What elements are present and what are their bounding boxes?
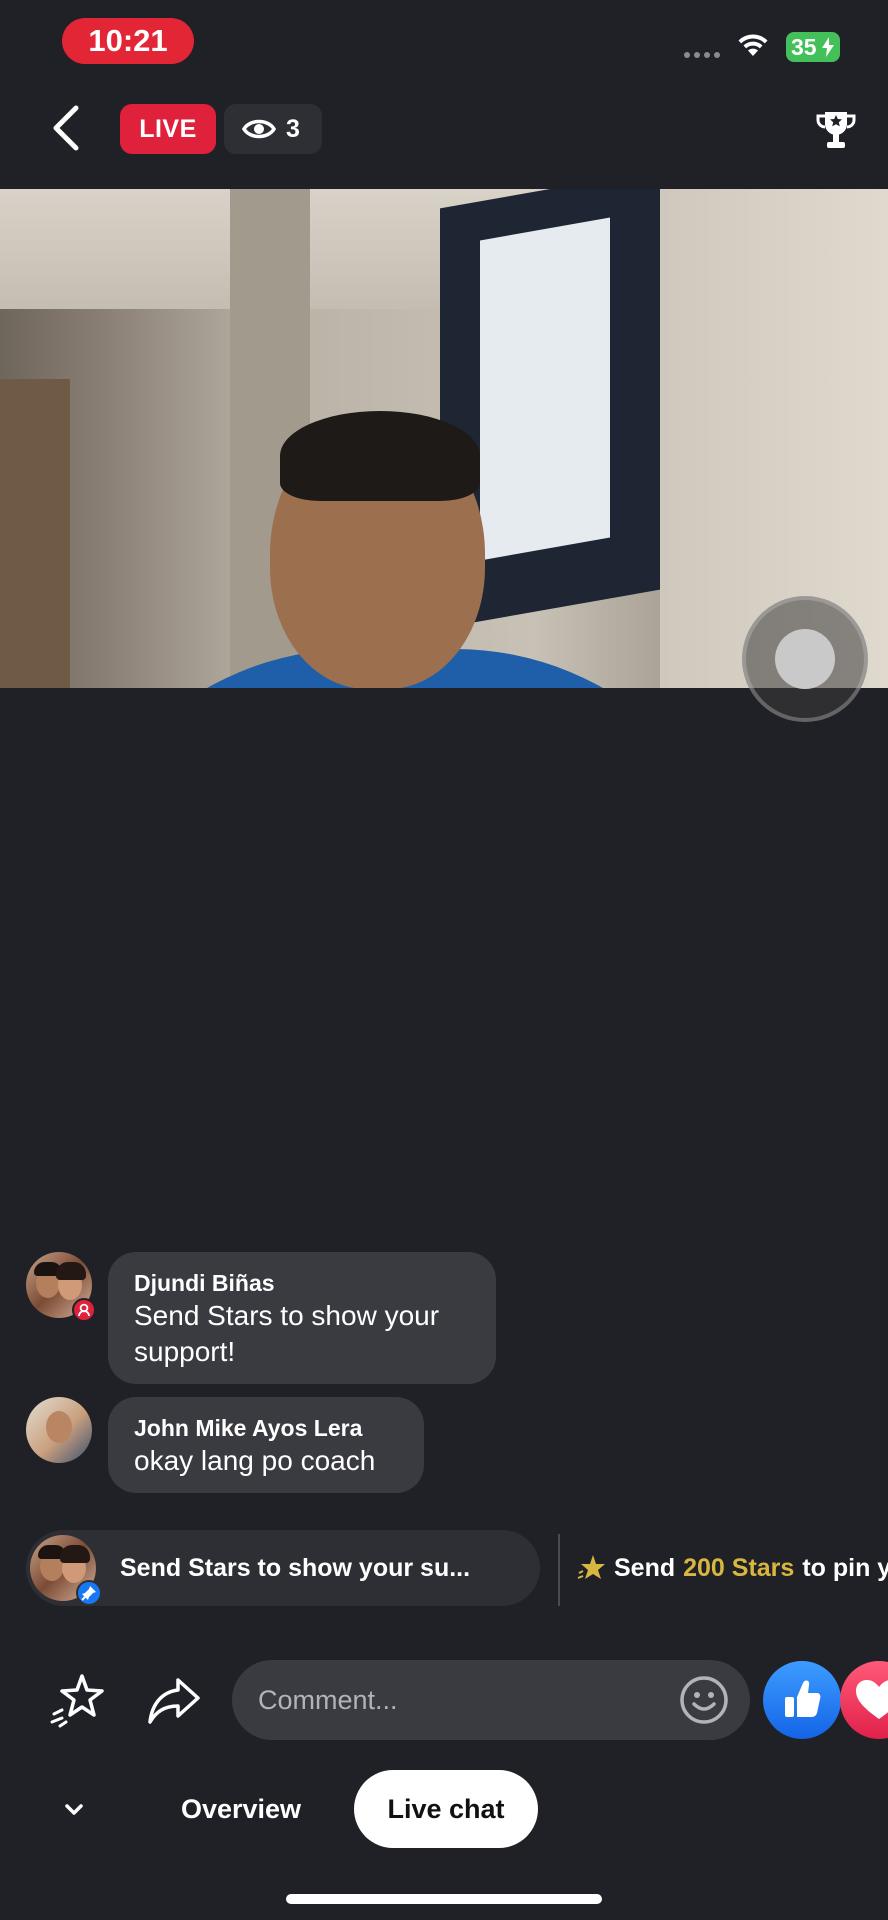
tab-live-chat[interactable]: Live chat	[354, 1770, 538, 1848]
wifi-icon	[738, 34, 768, 56]
like-icon	[785, 1680, 821, 1717]
pinned-comment-text: Send Stars to show your su...	[120, 1554, 471, 1582]
share-button[interactable]	[146, 1672, 204, 1728]
chat-author: Djundi Biñas	[134, 1270, 275, 1296]
comment-input[interactable]	[232, 1660, 750, 1740]
charging-bolt-icon	[822, 37, 834, 57]
bottom-tabs: Overview Live chat	[0, 1770, 888, 1848]
status-bar: 10:21 35	[0, 0, 888, 90]
chat-bubble: John Mike Ayos Lera okay lang po coach	[108, 1397, 424, 1493]
battery-indicator: 35	[786, 32, 840, 62]
avatar[interactable]	[26, 1397, 92, 1463]
live-header: LIVE 3	[0, 94, 888, 162]
send-stars-button[interactable]	[48, 1670, 108, 1730]
share-icon	[148, 1678, 200, 1724]
trophy-icon	[816, 112, 856, 148]
home-indicator[interactable]	[286, 1894, 602, 1904]
stars-cta-amount: 200 Stars	[683, 1554, 795, 1582]
chat-author: John Mike Ayos Lera	[134, 1415, 363, 1441]
back-button[interactable]	[44, 100, 94, 156]
chat-text: Send Stars to show your support!	[134, 1300, 440, 1367]
like-reaction-button[interactable]	[763, 1661, 841, 1739]
emoji-button[interactable]	[678, 1674, 730, 1726]
divider	[558, 1534, 560, 1606]
battery-level: 35	[791, 34, 817, 60]
emoji-icon	[680, 1676, 728, 1724]
cellular-signal-icon	[684, 52, 720, 58]
viewer-count-badge[interactable]: 3	[224, 104, 322, 154]
stars-cta-prefix: Send	[614, 1554, 676, 1582]
chevron-down-icon	[65, 1804, 83, 1815]
eye-icon	[242, 119, 276, 139]
collapse-button[interactable]	[54, 1792, 94, 1828]
send-stars-to-pin[interactable]: Send 200 Stars to pin y	[576, 1530, 888, 1606]
pinned-comment-row: Send Stars to show your su... Send 200 S…	[26, 1530, 888, 1606]
comment-bar	[0, 1656, 888, 1744]
trophy-button[interactable]	[812, 108, 860, 152]
host-badge-icon	[72, 1298, 96, 1322]
stars-icon	[50, 1674, 104, 1728]
record-button-icon	[775, 629, 835, 689]
love-icon	[856, 1680, 888, 1719]
tab-overview[interactable]: Overview	[150, 1770, 332, 1848]
record-button[interactable]	[742, 596, 868, 722]
chat-bubble: Djundi Biñas Send Stars to show your sup…	[108, 1252, 496, 1384]
chat-text: okay lang po coach	[134, 1445, 376, 1476]
pinned-comment[interactable]: Send Stars to show your su...	[26, 1530, 540, 1606]
star-icon	[577, 1555, 605, 1579]
back-arrow-icon	[53, 105, 79, 151]
love-reaction-button[interactable]	[840, 1661, 888, 1739]
viewer-count: 3	[286, 114, 300, 143]
live-stream-screen: 10:21 35 LIVE 3 Djundi Biñas Send Stars …	[0, 0, 888, 1920]
pin-icon	[76, 1580, 102, 1606]
live-video[interactable]	[0, 189, 888, 688]
status-time: 10:21	[62, 18, 194, 64]
stars-cta-suffix: to pin y	[802, 1554, 888, 1582]
live-badge: LIVE	[120, 104, 216, 154]
